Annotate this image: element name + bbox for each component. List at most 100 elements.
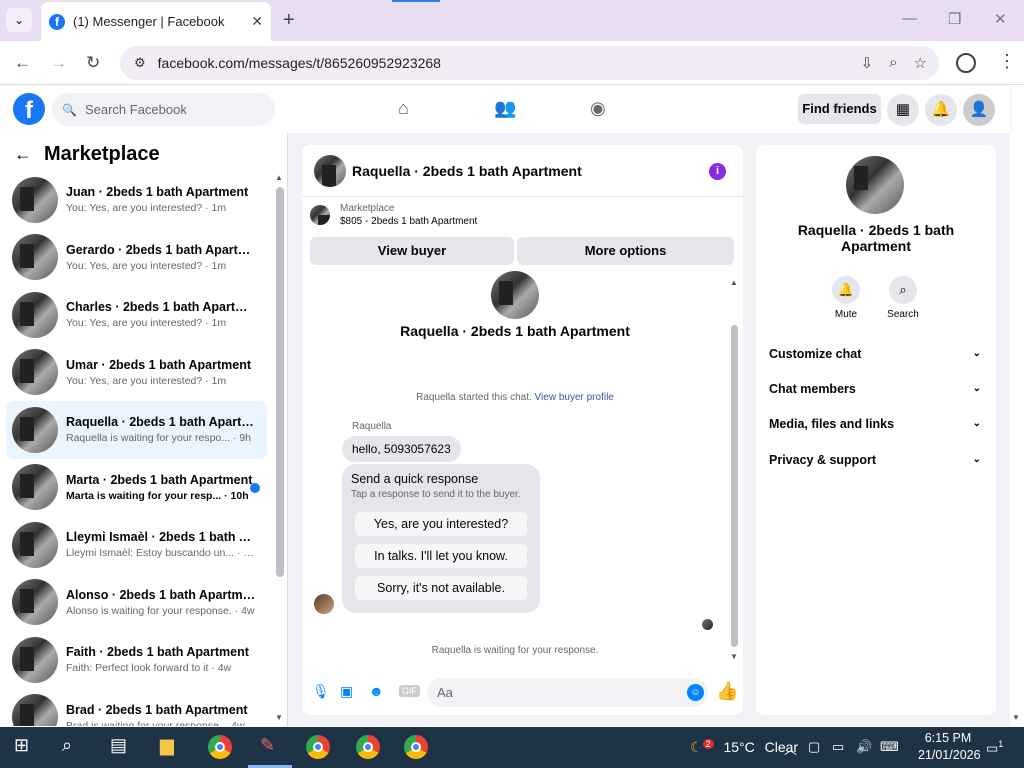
windows-taskbar: ⊞ ⌕ ▤ ▆ ✎ ☾ 2 15°C Clear ︿ ▢ ▭ 🔊 ⌨ 6:15 P…	[0, 727, 1024, 768]
quick-reply-yes[interactable]: Yes, are you interested?	[355, 512, 527, 536]
network-icon[interactable]: ▭	[832, 739, 844, 755]
quick-reply-in-talks[interactable]: In talks. I'll let you know.	[355, 544, 527, 568]
chrome-icon[interactable]	[208, 735, 232, 759]
chat-list-item[interactable]: Gerardo · 2beds 1 bath Apartme... You: Ye…	[6, 229, 267, 287]
chat-preview: Alonso is waiting for your response. · 4…	[66, 604, 255, 617]
chrome-profile-icon[interactable]	[356, 735, 380, 759]
chat-list-item[interactable]: Brad · 2beds 1 bath Apartment Brad is wai…	[6, 689, 267, 726]
sidebar-scrollbar[interactable]	[276, 187, 284, 577]
new-tab-button[interactable]: +	[283, 9, 295, 32]
page-scroll-down-icon[interactable]: ▼	[1012, 713, 1020, 722]
quick-response-subtitle: Tap a response to send it to the buyer.	[351, 489, 521, 500]
more-options-button[interactable]: More options	[517, 237, 734, 265]
chrome-profile-icon[interactable]	[404, 735, 428, 759]
friends-icon[interactable]: 👥	[494, 98, 516, 119]
browser-menu-icon[interactable]: ⋮	[998, 51, 1016, 72]
tab-title: (1) Messenger | Facebook	[73, 14, 225, 29]
chat-title[interactable]: Raquella · 2beds 1 bath Apartment	[352, 163, 582, 179]
chevron-up-icon[interactable]: ︿	[784, 739, 797, 758]
chat-members-section[interactable]: Chat members ⌄	[769, 382, 983, 396]
chat-list-item[interactable]: Marta · 2beds 1 bath Apartment Marta is w…	[6, 459, 267, 517]
scroll-down-arrow-icon[interactable]: ▼	[730, 652, 738, 661]
profile-icon[interactable]	[956, 53, 976, 73]
scroll-down-arrow-icon[interactable]: ▼	[275, 713, 283, 722]
view-buyer-button[interactable]: View buyer	[310, 237, 514, 265]
thumbs-up-icon[interactable]: 👍	[716, 681, 738, 702]
scroll-up-arrow-icon[interactable]: ▲	[730, 278, 738, 287]
search-icon[interactable]: ⌕	[62, 735, 72, 756]
windows-start-icon[interactable]: ⊞	[14, 735, 29, 756]
forward-arrow-icon[interactable]: →	[50, 53, 67, 73]
menu-grid-icon[interactable]: ▦	[887, 94, 919, 126]
notifications-icon[interactable]: ▭1	[986, 739, 1003, 756]
sticker-icon[interactable]: ☻	[369, 683, 384, 699]
minimize-icon[interactable]: —	[902, 10, 917, 27]
app-icon[interactable]: ✎	[260, 735, 275, 756]
info-icon[interactable]: i	[709, 163, 726, 180]
chat-list-item[interactable]: Juan · 2beds 1 bath Apartment You: Yes, a…	[6, 171, 267, 229]
view-buyer-profile-link[interactable]: View buyer profile	[535, 392, 614, 403]
chat-list-item[interactable]: Faith · 2beds 1 bath Apartment Faith: Per…	[6, 631, 267, 689]
chat-list-item[interactable]: Charles · 2beds 1 bath Apartment You: Yes…	[6, 286, 267, 344]
privacy-support-section[interactable]: Privacy & support ⌄	[769, 453, 983, 467]
search-input[interactable]: 🔍 Search Facebook	[52, 93, 275, 126]
thread-scrollbar[interactable]	[731, 325, 738, 647]
reload-icon[interactable]: ↻	[86, 53, 100, 73]
quick-reply-not-available[interactable]: Sorry, it's not available.	[355, 576, 527, 600]
back-arrow-icon[interactable]: ←	[14, 53, 31, 73]
close-tab-icon[interactable]: ✕	[251, 13, 263, 30]
mute-button[interactable]: 🔔 Mute	[821, 276, 871, 320]
find-friends-button[interactable]: Find friends	[798, 94, 881, 124]
chat-name: Faith · 2beds 1 bath Apartment	[66, 645, 249, 660]
bookmark-star-icon[interactable]: ☆	[914, 54, 927, 72]
listing-info[interactable]: Marketplace $805 - 2beds 1 bath Apartmen…	[310, 203, 477, 227]
chat-list-item[interactable]: Raquella · 2beds 1 bath Apartm... Raquell…	[6, 401, 267, 459]
home-icon[interactable]: ⌂	[398, 98, 409, 119]
account-avatar[interactable]: 👤	[963, 94, 995, 126]
chat-avatar[interactable]	[314, 154, 346, 187]
file-explorer-icon[interactable]: ▆	[160, 735, 174, 756]
gif-icon[interactable]: GIF	[399, 685, 420, 697]
address-bar[interactable]: ⚙ facebook.com/messages/t/86526095292326…	[120, 46, 939, 80]
close-window-icon[interactable]: ✕	[994, 10, 1007, 28]
photo-icon[interactable]: ▣	[340, 683, 353, 700]
browser-tab[interactable]: f (1) Messenger | Facebook ✕	[41, 2, 271, 41]
volume-icon[interactable]: 🔊	[856, 739, 872, 755]
message-bubble: hello, 5093057623	[342, 436, 461, 462]
chat-started-notice: Raquella started this chat. View buyer p…	[302, 392, 728, 403]
chat-list-item[interactable]: Lleymi Ismaèl · 2beds 1 bath Ap... Lleymi…	[6, 516, 267, 574]
notifications-bell-icon[interactable]: 🔔	[925, 94, 957, 126]
quick-response-card: Send a quick response Tap a response to …	[342, 464, 540, 613]
keyboard-icon[interactable]: ⌨	[880, 739, 899, 755]
time: 6:15 PM	[924, 731, 972, 745]
message-input[interactable]: Aa ☺	[427, 678, 708, 707]
back-arrow-icon[interactable]: ←	[14, 144, 32, 165]
sidebar-title: Marketplace	[44, 143, 160, 165]
facebook-logo-icon[interactable]: f	[13, 93, 45, 125]
scroll-up-arrow-icon[interactable]: ▲	[275, 173, 283, 182]
chat-list-item[interactable]: Alonso · 2beds 1 bath Apartment Alonso is…	[6, 574, 267, 632]
search-icon: 🔍	[62, 102, 77, 117]
zoom-icon[interactable]: ⌕	[889, 54, 897, 72]
chat-list-item[interactable]: Umar · 2beds 1 bath Apartment You: Yes, a…	[6, 344, 267, 402]
install-app-icon[interactable]: ⇩	[861, 54, 874, 72]
customize-chat-section[interactable]: Customize chat ⌄	[769, 347, 983, 361]
weather-widget[interactable]: ☾ 2 15°C Clear	[690, 739, 798, 756]
microphone-icon[interactable]: 🎙	[312, 683, 330, 700]
meet-icon[interactable]: ▢	[808, 739, 820, 755]
search-button[interactable]: ⌕ Search	[878, 276, 928, 320]
facebook-favicon-icon: f	[49, 13, 65, 30]
chrome-profile-icon[interactable]	[306, 735, 330, 759]
chat-preview: Marta is waiting for your resp... · 10h	[66, 489, 249, 502]
clock[interactable]: 6:15 PM 21/01/2026	[918, 730, 981, 764]
tab-search-dropdown-icon[interactable]: ⌄	[6, 8, 32, 32]
listing-avatar	[12, 406, 58, 453]
groups-icon[interactable]: ◉	[590, 98, 606, 119]
conversation-avatar	[491, 271, 539, 319]
emoji-icon[interactable]: ☺	[687, 684, 704, 701]
media-files-links-section[interactable]: Media, files and links ⌄	[769, 417, 983, 431]
site-info-icon[interactable]: ⚙	[134, 55, 146, 71]
task-view-icon[interactable]: ▤	[110, 735, 127, 756]
restore-icon[interactable]: ❐	[948, 10, 961, 28]
listing-thumbnail	[310, 205, 330, 225]
